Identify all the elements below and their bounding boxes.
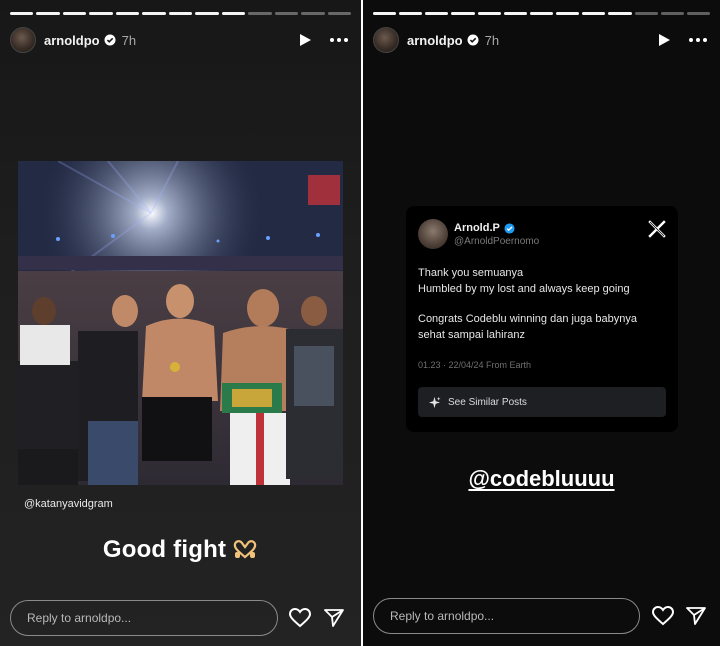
avatar[interactable]	[10, 27, 36, 53]
more-icon[interactable]	[327, 30, 351, 50]
story-left[interactable]: arnoldpo 7h @katanyavidgram Good fight R…	[0, 0, 361, 646]
progress-segment	[115, 12, 140, 15]
boxing-ring-photo	[18, 161, 343, 485]
tweet-handle: @ArnoldPoernomo	[454, 236, 540, 247]
progress-segment	[221, 12, 246, 15]
progress-segment	[142, 12, 166, 15]
progress-segment	[686, 12, 711, 15]
mention-sticker[interactable]: @codebluuuu	[363, 466, 720, 492]
story-header: arnoldpo 7h	[10, 26, 351, 54]
tweet-author-name: Arnold.P	[454, 222, 515, 234]
reply-input[interactable]: Reply to arnoldpo...	[10, 600, 278, 636]
story-progress-bar	[373, 12, 711, 15]
progress-segment	[582, 12, 606, 15]
progress-segment	[168, 12, 193, 15]
reply-placeholder: Reply to arnoldpo...	[390, 609, 495, 623]
progress-segment	[477, 12, 501, 15]
see-similar-posts-label: See Similar Posts	[448, 396, 527, 408]
tweet-line: Congrats Codeblu winning dan juga babyny…	[418, 313, 637, 325]
verified-icon	[467, 34, 479, 46]
reply-input[interactable]: Reply to arnoldpo...	[373, 598, 640, 634]
caption-text: Good fight	[102, 536, 227, 563]
play-icon[interactable]	[654, 30, 674, 50]
progress-segment	[89, 12, 113, 15]
progress-segment	[274, 12, 299, 15]
verified-icon	[504, 222, 515, 234]
story-header: arnoldpo 7h	[373, 26, 710, 54]
progress-segment	[399, 12, 423, 15]
post-time: 7h	[121, 32, 137, 48]
tweet-line: Humbled by my lost and always keep going	[418, 283, 630, 295]
progress-segment	[195, 12, 219, 15]
tweet-name-text: Arnold.P	[454, 222, 500, 234]
post-time: 7h	[484, 32, 500, 48]
progress-segment	[10, 12, 34, 15]
progress-segment	[503, 12, 527, 15]
verified-icon	[104, 34, 116, 46]
username[interactable]: arnoldpo	[407, 33, 463, 48]
progress-segment	[529, 12, 554, 15]
photo-credit[interactable]: @katanyavidgram	[24, 498, 113, 510]
progress-segment	[660, 12, 684, 15]
progress-segment	[248, 12, 272, 15]
tweet-body: Thank you semuanya Humbled by my lost an…	[418, 265, 668, 343]
progress-segment	[451, 12, 475, 15]
avatar[interactable]	[373, 27, 399, 53]
story-progress-bar	[10, 12, 352, 15]
send-icon[interactable]	[685, 605, 707, 627]
progress-segment	[556, 12, 580, 15]
see-similar-posts-button[interactable]: See Similar Posts	[418, 387, 666, 417]
heart-icon[interactable]	[652, 605, 674, 627]
heart-hands-icon	[232, 538, 258, 566]
play-icon[interactable]	[295, 30, 315, 50]
send-icon[interactable]	[323, 607, 345, 629]
tweet-line: sehat sampai lahiranz	[418, 329, 526, 341]
progress-segment	[62, 12, 87, 15]
tweet-avatar	[418, 219, 448, 249]
story-caption: Good fight	[0, 536, 361, 566]
tweet-card[interactable]: Arnold.P @ArnoldPoernomo Thank you semua…	[406, 206, 678, 432]
heart-icon[interactable]	[289, 607, 311, 629]
reply-placeholder: Reply to arnoldpo...	[27, 611, 132, 625]
progress-segment	[327, 12, 352, 15]
progress-segment	[608, 12, 632, 15]
sparkle-icon	[428, 396, 441, 408]
progress-segment	[373, 12, 397, 15]
progress-segment	[36, 12, 60, 15]
tweet-timestamp: 01.23 · 22/04/24 From Earth	[418, 360, 532, 370]
username[interactable]: arnoldpo	[44, 33, 100, 48]
progress-segment	[425, 12, 449, 15]
progress-segment	[634, 12, 658, 15]
tweet-line: Thank you semuanya	[418, 267, 524, 279]
x-logo-icon	[648, 220, 666, 243]
progress-segment	[301, 12, 325, 15]
more-icon[interactable]	[686, 30, 710, 50]
